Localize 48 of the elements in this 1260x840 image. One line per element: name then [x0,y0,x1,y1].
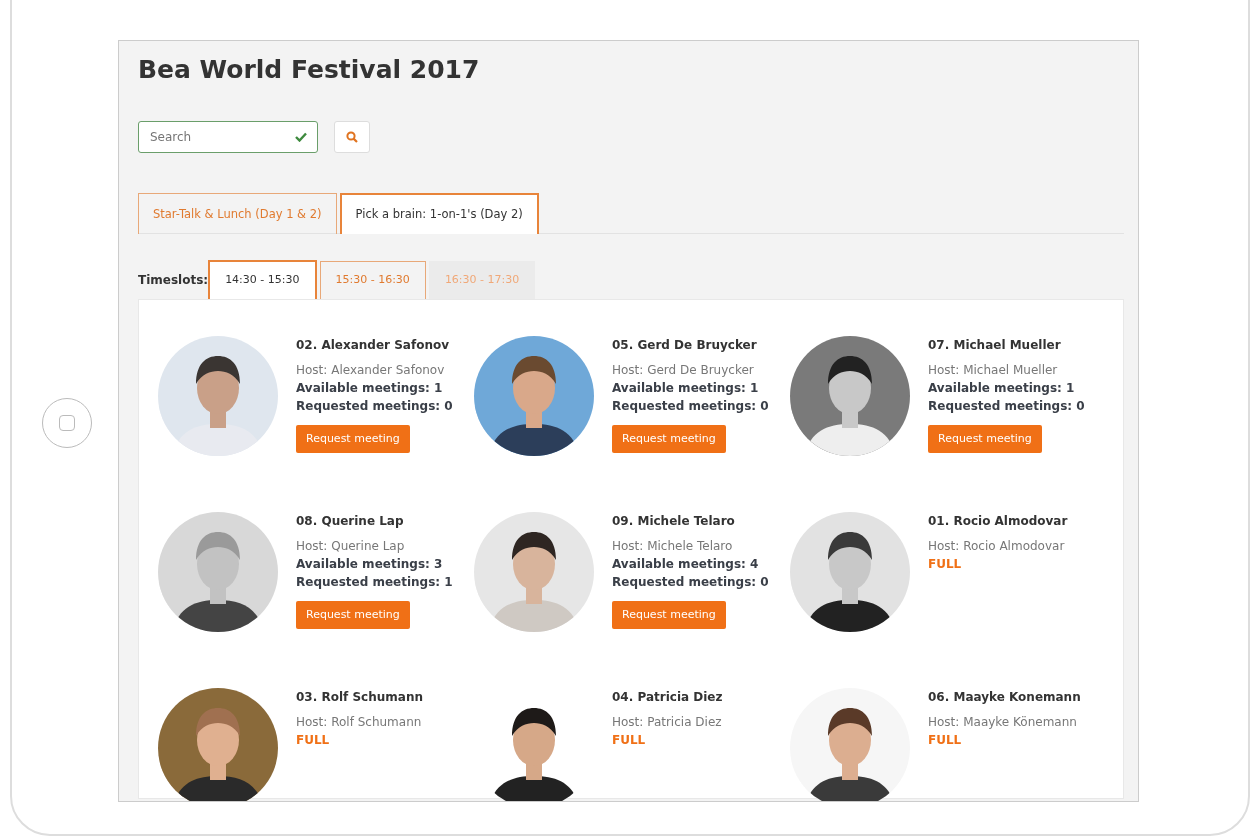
speaker-name: 07. Michael Mueller [928,336,1062,354]
timeslots-label: Timeslots: [138,271,209,289]
full-status: FULL [928,731,963,749]
host-text: Host: Michele Telaro [612,537,734,555]
tab[interactable]: Pick a brain: 1-on-1's (Day 2) [339,193,539,235]
request-meeting-button[interactable]: Request meeting [612,600,726,630]
host-text: Host: Rolf Schumann [296,713,423,731]
available-meetings: Available meetings: 1 [928,379,1076,397]
search-button[interactable] [334,121,370,153]
requested-meetings: Requested meetings: 0 [928,397,1085,415]
home-button[interactable] [42,398,92,448]
check-icon [295,132,307,142]
host-text: Host: Gerd De Bruycker [612,361,755,379]
speaker-name: 05. Gerd De Bruycker [612,336,758,354]
host-text: Host: Rocio Almodovar [928,537,1066,555]
host-text: Host: Alexander Safonov [296,361,446,379]
full-status: FULL [928,555,963,573]
speaker-name: 01. Rocio Almodovar [928,512,1068,530]
tab[interactable]: Star-Talk & Lunch (Day 1 & 2) [138,193,337,235]
timeslot-tab[interactable]: 14:30 - 15:30 [208,260,317,299]
speaker-name: 08. Querine Lap [296,512,405,530]
requested-meetings: Requested meetings: 1 [296,573,453,591]
requested-meetings: Requested meetings: 0 [296,397,453,415]
search-icon [346,131,358,143]
request-meeting-button[interactable]: Request meeting [612,424,726,454]
available-meetings: Available meetings: 1 [612,379,760,397]
available-meetings: Available meetings: 1 [296,379,444,397]
host-text: Host: Michael Mueller [928,361,1059,379]
available-meetings: Available meetings: 4 [612,555,760,573]
host-text: Host: Patricia Diez [612,713,723,731]
speaker-name: 03. Rolf Schumann [296,688,423,706]
search-field[interactable]: Search [138,121,318,153]
requested-meetings: Requested meetings: 0 [612,573,769,591]
full-status: FULL [296,731,331,749]
request-meeting-button[interactable]: Request meeting [296,600,410,630]
full-status: FULL [612,731,647,749]
speaker-name: 02. Alexander Safonov [296,336,450,354]
speaker-name: 09. Michele Telaro [612,512,736,530]
available-meetings: Available meetings: 3 [296,555,444,573]
requested-meetings: Requested meetings: 0 [612,397,769,415]
request-meeting-button[interactable]: Request meeting [296,424,410,454]
speaker-name: 04. Patricia Diez [612,688,723,706]
host-text: Host: Querine Lap [296,537,406,555]
request-meeting-button[interactable]: Request meeting [928,424,1042,454]
speaker-name: 06. Maayke Konemann [928,688,1081,706]
timeslot-tab[interactable]: 15:30 - 16:30 [319,261,426,299]
host-text: Host: Maayke Könemann [928,713,1078,731]
page-title: Bea World Festival 2017 [138,55,481,85]
